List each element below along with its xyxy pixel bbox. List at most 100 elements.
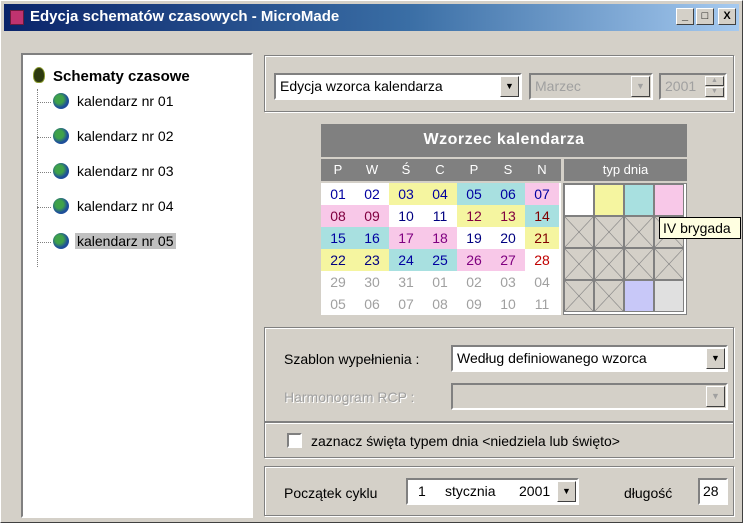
day-type-slot-empty[interactable] [594, 280, 624, 312]
calendar-day[interactable]: 17 [389, 227, 423, 249]
calendar-day[interactable]: 04 [423, 183, 457, 205]
tree-connector [37, 89, 38, 267]
template-select[interactable]: Według definiowanego wzorca ▼ [451, 345, 728, 372]
mode-select[interactable]: Edycja wzorca kalendarza ▼ [274, 73, 522, 100]
calendar-day[interactable]: 22 [321, 249, 355, 271]
calendar-day[interactable]: 27 [491, 249, 525, 271]
day-type-swatch[interactable] [624, 184, 654, 216]
calendar-day[interactable]: 23 [355, 249, 389, 271]
day-type-swatch[interactable] [654, 184, 684, 216]
template-label: Szablon wypełnienia : [284, 351, 420, 367]
day-type-slot-empty[interactable] [564, 280, 594, 312]
weekday-header: C [435, 162, 445, 177]
calendar-day[interactable]: 01 [423, 271, 457, 293]
calendar-day[interactable]: 15 [321, 227, 355, 249]
close-button[interactable]: X [718, 8, 736, 25]
calendar-day[interactable]: 02 [457, 271, 491, 293]
calendar-day[interactable]: 03 [389, 183, 423, 205]
maximize-button[interactable]: □ [696, 8, 714, 25]
calendar-day[interactable]: 11 [525, 293, 559, 315]
tree-connector [37, 172, 51, 173]
calendar-day[interactable]: 19 [457, 227, 491, 249]
calendar-day[interactable]: 08 [423, 293, 457, 315]
day-headers: PWŚCPSN [321, 159, 561, 181]
cycle-label: Początek cyklu [284, 485, 378, 501]
calendar-day[interactable]: 03 [491, 271, 525, 293]
tree-item-kalendarz[interactable]: kalendarz nr 01 [37, 93, 176, 113]
calendar-day[interactable]: 12 [457, 205, 491, 227]
chevron-down-icon[interactable]: ▼ [706, 348, 725, 369]
day-type-swatch[interactable] [624, 280, 654, 312]
main-window: Edycja schematów czasowych - MicroMade _… [0, 0, 743, 523]
calendar-day[interactable]: 13 [491, 205, 525, 227]
tree-item-kalendarz[interactable]: kalendarz nr 03 [37, 163, 176, 183]
tree-root-label: Schematy czasowe [53, 68, 190, 85]
weekday-header: N [537, 162, 547, 177]
day-type-swatch[interactable] [564, 184, 594, 216]
calendar-day[interactable]: 16 [355, 227, 389, 249]
holidays-label: zaznacz święta typem dnia <niedziela lub… [311, 433, 620, 449]
tree-root[interactable]: Schematy czasowe [33, 67, 190, 85]
calendar-day[interactable]: 09 [355, 205, 389, 227]
calendar-day[interactable]: 11 [423, 205, 457, 227]
cycle-year-field[interactable]: 2001 ▼ [519, 478, 579, 505]
tree-connector [37, 137, 51, 138]
calendar-day[interactable]: 30 [355, 271, 389, 293]
title-bar[interactable]: Edycja schematów czasowych - MicroMade _… [4, 4, 739, 31]
month-select-value: Marzec [535, 78, 581, 94]
weekday-header: P [469, 162, 479, 177]
calendar-day[interactable]: 02 [355, 183, 389, 205]
calendar-day[interactable]: 04 [525, 271, 559, 293]
calendar-grid: 01 02 03 04 05 06 07 08 09 10 11 12 13 14 15 16 17 18 19 20… [321, 183, 561, 315]
calendar-day[interactable]: 25 [423, 249, 457, 271]
calendar-day[interactable]: 06 [355, 293, 389, 315]
length-label: długość [624, 485, 673, 501]
day-type-slot-empty[interactable] [564, 248, 594, 280]
calendar-day[interactable]: 24 [389, 249, 423, 271]
schedule-label: Harmonogram RCP : [284, 389, 415, 405]
calendar-day[interactable]: 10 [491, 293, 525, 315]
calendar-day[interactable]: 18 [423, 227, 457, 249]
minimize-button[interactable]: _ [676, 8, 694, 25]
day-type-swatch[interactable] [654, 280, 684, 312]
holidays-checkbox[interactable] [287, 433, 302, 448]
length-input[interactable]: 28 [698, 478, 728, 505]
calendar-day[interactable]: 20 [491, 227, 525, 249]
weekday-header: S [503, 162, 513, 177]
calendar-day[interactable]: 29 [321, 271, 355, 293]
calendar-day[interactable]: 26 [457, 249, 491, 271]
tree-item-label: kalendarz nr 04 [77, 198, 174, 214]
tree-connector [37, 102, 51, 103]
tree-item-kalendarz[interactable]: kalendarz nr 05 [37, 233, 176, 253]
tooltip: IV brygada [659, 217, 741, 239]
calendar-day[interactable]: 05 [457, 183, 491, 205]
calendar-day[interactable]: 06 [491, 183, 525, 205]
calendar-day[interactable]: 05 [321, 293, 355, 315]
day-type-slot-empty[interactable] [624, 248, 654, 280]
day-type-swatch[interactable] [594, 184, 624, 216]
globe-icon [53, 163, 69, 179]
day-type-slot-empty[interactable] [654, 248, 684, 280]
year-spinner: 2001 ▲ ▼ [659, 73, 727, 100]
calendar-day[interactable]: 21 [525, 227, 559, 249]
calendar-day[interactable]: 08 [321, 205, 355, 227]
calendar-day[interactable]: 09 [457, 293, 491, 315]
calendar-day[interactable]: 01 [321, 183, 355, 205]
day-type-slot-empty[interactable] [624, 216, 654, 248]
day-type-slot-empty[interactable] [564, 216, 594, 248]
schema-tree[interactable]: Schematy czasowe kalendarz nr 01 kalendar… [21, 53, 253, 518]
day-type-slot-empty[interactable] [594, 216, 624, 248]
tree-item-kalendarz[interactable]: kalendarz nr 04 [37, 198, 176, 218]
calendar-day[interactable]: 07 [525, 183, 559, 205]
calendar-day[interactable]: 31 [389, 271, 423, 293]
calendar-day[interactable]: 10 [389, 205, 423, 227]
day-type-slot-empty[interactable] [594, 248, 624, 280]
tree-item-kalendarz[interactable]: kalendarz nr 02 [37, 128, 176, 148]
calendar-day[interactable]: 14 [525, 205, 559, 227]
chevron-down-icon: ▼ [706, 386, 725, 407]
cycle-date-picker[interactable]: 1 stycznia [406, 478, 526, 505]
calendar-day[interactable]: 07 [389, 293, 423, 315]
chevron-down-icon[interactable]: ▼ [557, 481, 576, 502]
calendar-day[interactable]: 28 [525, 249, 559, 271]
chevron-down-icon[interactable]: ▼ [500, 76, 519, 97]
